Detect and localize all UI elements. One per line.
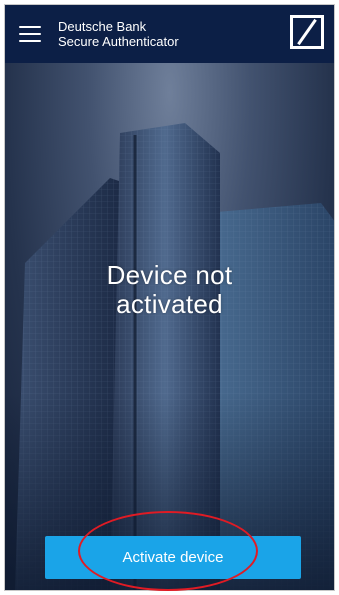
status-line2: activated xyxy=(116,289,223,319)
app-title-line2: Secure Authenticator xyxy=(58,34,179,49)
hamburger-menu-icon[interactable] xyxy=(19,26,41,42)
device-status-message: Device not activated xyxy=(5,261,334,319)
app-title-line1: Deutsche Bank xyxy=(58,19,147,34)
activate-device-button[interactable]: Activate device xyxy=(45,536,301,579)
status-line1: Device not xyxy=(106,260,233,290)
deutsche-bank-logo-icon xyxy=(290,15,324,49)
app-title: Deutsche Bank Secure Authenticator xyxy=(58,19,179,49)
bank-towers-photo xyxy=(5,123,334,590)
phone-screen: Deutsche Bank Secure Authenticator Devic… xyxy=(4,4,335,591)
app-bar: Deutsche Bank Secure Authenticator xyxy=(5,5,334,63)
